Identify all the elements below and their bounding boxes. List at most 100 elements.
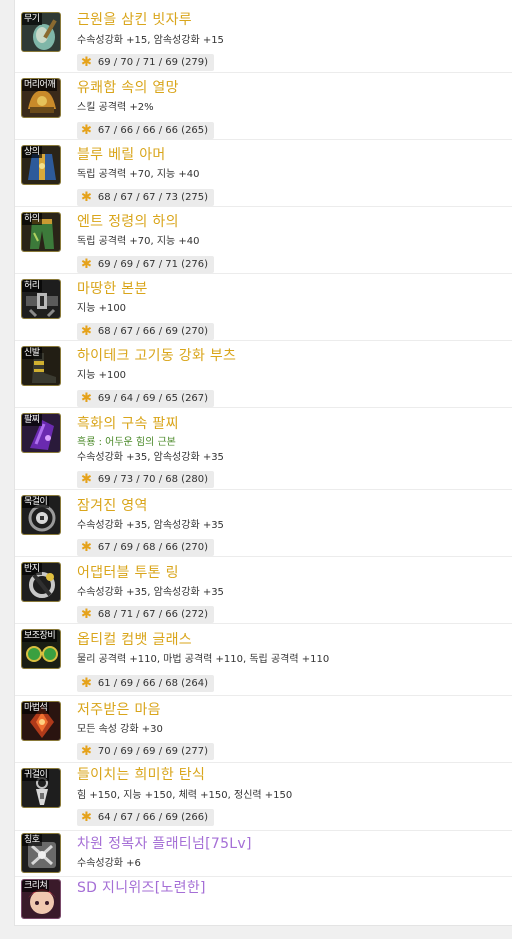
- item-score: 69 / 69 / 67 / 71 (276): [97, 259, 209, 270]
- item-stats: 독립 공격력 +70, 지능 +40: [77, 169, 200, 180]
- item-name[interactable]: 엔트 정령의 하의: [77, 213, 179, 231]
- slot-label: 하의: [22, 213, 42, 225]
- equipment-row-subequipment[interactable]: 보조장비 옵티컬 컴뱃 글래스 물리 공격력 +110, 마법 공격력 +110…: [15, 623, 512, 696]
- bracelet-icon[interactable]: 팔찌: [21, 413, 61, 453]
- item-name[interactable]: 차원 정복자 플래티넘[75Lv]: [77, 835, 252, 853]
- glasses-icon[interactable]: 보조장비: [21, 629, 61, 669]
- item-score: 68 / 67 / 67 / 73 (275): [97, 192, 209, 203]
- equipment-row-top[interactable]: 상의 블루 베릴 아머 독립 공격력 +70, 지능 +40 ✱ 68 / 67 …: [15, 139, 512, 207]
- item-name[interactable]: 흑화의 구속 팔찌: [77, 415, 179, 433]
- slot-label: 귀걸이: [22, 769, 50, 781]
- item-name[interactable]: 들이치는 희미한 탄식: [77, 766, 205, 784]
- item-score: 69 / 73 / 70 / 68 (280): [97, 474, 209, 485]
- star-icon: ✱: [81, 744, 92, 759]
- item-stats: 물리 공격력 +110, 마법 공격력 +110, 독립 공격력 +110: [77, 654, 330, 665]
- item-stats: 수속성강화 +6: [77, 858, 141, 869]
- slot-label: 칭호: [22, 834, 42, 846]
- item-score-badge: ✱ 61 / 69 / 66 / 68 (264): [77, 675, 215, 692]
- item-name[interactable]: 하이테크 고기동 강화 부츠: [77, 347, 236, 365]
- item-stats: 수속성강화 +35, 암속성강화 +35: [77, 452, 224, 463]
- item-score: 70 / 69 / 69 / 69 (277): [97, 746, 209, 757]
- equipment-row-title[interactable]: 칭호 차원 정복자 플래티넘[75Lv] 수속성강화 +6: [15, 830, 512, 877]
- equipment-row-necklace[interactable]: 목걸이 잠겨진 영역 수속성강화 +35, 암속성강화 +35 ✱ 67 / 69…: [15, 489, 512, 557]
- item-score: 67 / 69 / 68 / 66 (270): [97, 542, 209, 553]
- magic-stone-icon[interactable]: 마법석: [21, 701, 61, 741]
- belt-icon[interactable]: 허리: [21, 279, 61, 319]
- slot-label: 신발: [22, 347, 42, 359]
- slot-label: 보조장비: [22, 630, 58, 642]
- item-stats: 힘 +150, 지능 +150, 체력 +150, 정신력 +150: [77, 790, 293, 801]
- item-score: 68 / 71 / 67 / 66 (272): [97, 609, 209, 620]
- item-stats: 수속성강화 +15, 암속성강화 +15: [77, 35, 224, 46]
- slot-label: 머리어깨: [22, 79, 58, 91]
- item-score-badge: ✱ 64 / 67 / 66 / 69 (266): [77, 809, 215, 826]
- broom-icon[interactable]: 무기: [21, 12, 61, 52]
- item-stats: 모든 속성 강화 +30: [77, 724, 163, 735]
- item-score: 68 / 67 / 66 / 69 (270): [97, 326, 209, 337]
- star-icon: ✱: [81, 190, 92, 205]
- item-score: 69 / 64 / 69 / 65 (267): [97, 393, 209, 404]
- item-score-badge: ✱ 68 / 67 / 67 / 73 (275): [77, 189, 215, 206]
- item-score: 69 / 70 / 71 / 69 (279): [97, 57, 209, 68]
- item-stats: 지능 +100: [77, 370, 127, 381]
- slot-label: 무기: [22, 13, 42, 25]
- item-name[interactable]: 유쾌함 속의 열망: [77, 79, 179, 97]
- item-score-badge: ✱ 69 / 64 / 69 / 65 (267): [77, 390, 215, 407]
- star-icon: ✱: [81, 676, 92, 691]
- star-icon: ✱: [81, 324, 92, 339]
- pants-icon[interactable]: 하의: [21, 212, 61, 252]
- ring-icon[interactable]: 반지: [21, 562, 61, 602]
- item-score-badge: ✱ 69 / 73 / 70 / 68 (280): [77, 471, 215, 488]
- slot-label: 크리쳐: [22, 880, 50, 892]
- item-name[interactable]: 잠겨진 영역: [77, 497, 148, 515]
- slot-label: 목걸이: [22, 496, 50, 508]
- item-score-badge: ✱ 68 / 71 / 67 / 66 (272): [77, 606, 215, 623]
- item-stats: 수속성강화 +35, 암속성강화 +35: [77, 587, 224, 598]
- equipment-row-creature[interactable]: 크리쳐 SD 지니위즈[노련한]: [15, 876, 512, 924]
- item-score-badge: ✱ 68 / 67 / 66 / 69 (270): [77, 323, 215, 340]
- slot-label: 마법석: [22, 702, 50, 714]
- equipment-row-pants[interactable]: 하의 엔트 정령의 하의 독립 공격력 +70, 지능 +40 ✱ 69 / 69…: [15, 206, 512, 274]
- star-icon: ✱: [81, 55, 92, 70]
- star-icon: ✱: [81, 472, 92, 487]
- item-stats: 수속성강화 +35, 암속성강화 +35: [77, 520, 224, 531]
- equipment-row-belt[interactable]: 허리 마땅한 본분 지능 +100 ✱ 68 / 67 / 66 / 69 (27…: [15, 273, 512, 341]
- creature-icon[interactable]: 크리쳐: [21, 879, 61, 919]
- title-icon[interactable]: 칭호: [21, 833, 61, 873]
- item-score-badge: ✱ 67 / 69 / 68 / 66 (270): [77, 539, 215, 556]
- equipment-panel: 무기 근원을 삼킨 빗자루 수속성강화 +15, 암속성강화 +15 ✱ 69 /…: [14, 0, 512, 926]
- item-name[interactable]: 저주받은 마음: [77, 701, 161, 719]
- equipment-row-magic-stone[interactable]: 마법석 저주받은 마음 모든 속성 강화 +30 ✱ 70 / 69 / 69 /…: [15, 695, 512, 763]
- item-score-badge: ✱ 69 / 70 / 71 / 69 (279): [77, 54, 215, 71]
- item-name[interactable]: 근원을 삼킨 빗자루: [77, 11, 192, 29]
- item-name[interactable]: SD 지니위즈[노련한]: [77, 879, 206, 897]
- slot-label: 허리: [22, 280, 42, 292]
- star-icon: ✱: [81, 540, 92, 555]
- star-icon: ✱: [81, 391, 92, 406]
- equipment-row-ring[interactable]: 반지 어댑터블 투톤 링 수속성강화 +35, 암속성강화 +35 ✱ 68 / …: [15, 556, 512, 624]
- item-stats: 독립 공격력 +70, 지능 +40: [77, 236, 200, 247]
- star-icon: ✱: [81, 607, 92, 622]
- equipment-row-boots[interactable]: 신발 하이테크 고기동 강화 부츠 지능 +100 ✱ 69 / 64 / 69 …: [15, 340, 512, 408]
- item-name[interactable]: 어댑터블 투톤 링: [77, 564, 179, 582]
- slot-label: 반지: [22, 563, 42, 575]
- equipment-row-earring[interactable]: 귀걸이 들이치는 희미한 탄식 힘 +150, 지능 +150, 체력 +150…: [15, 762, 512, 831]
- equipment-row-bracelet[interactable]: 팔찌 흑화의 구속 팔찌 흑룡 : 어두운 힘의 근본 수속성강화 +35, 암…: [15, 407, 512, 490]
- star-icon: ✱: [81, 123, 92, 138]
- equipment-row-weapon[interactable]: 무기 근원을 삼킨 빗자루 수속성강화 +15, 암속성강화 +15 ✱ 69 /…: [15, 0, 512, 73]
- item-name[interactable]: 마땅한 본분: [77, 280, 148, 298]
- boots-icon[interactable]: 신발: [21, 346, 61, 386]
- necklace-icon[interactable]: 목걸이: [21, 495, 61, 535]
- earring-icon[interactable]: 귀걸이: [21, 768, 61, 808]
- item-name[interactable]: 옵티컬 컴뱃 글래스: [77, 631, 192, 649]
- shoulder-armor-icon[interactable]: 머리어깨: [21, 78, 61, 118]
- item-score: 64 / 67 / 66 / 69 (266): [97, 812, 209, 823]
- slot-label: 팔찌: [22, 414, 42, 426]
- equipment-row-shoulder[interactable]: 머리어깨 유쾌함 속의 열망 스킬 공격력 +2% ✱ 67 / 66 / 66 …: [15, 72, 512, 140]
- item-score-badge: ✱ 70 / 69 / 69 / 69 (277): [77, 743, 215, 760]
- item-name[interactable]: 블루 베릴 아머: [77, 146, 166, 164]
- slot-label: 상의: [22, 146, 42, 158]
- star-icon: ✱: [81, 257, 92, 272]
- item-stats: 지능 +100: [77, 303, 127, 314]
- top-armor-icon[interactable]: 상의: [21, 145, 61, 185]
